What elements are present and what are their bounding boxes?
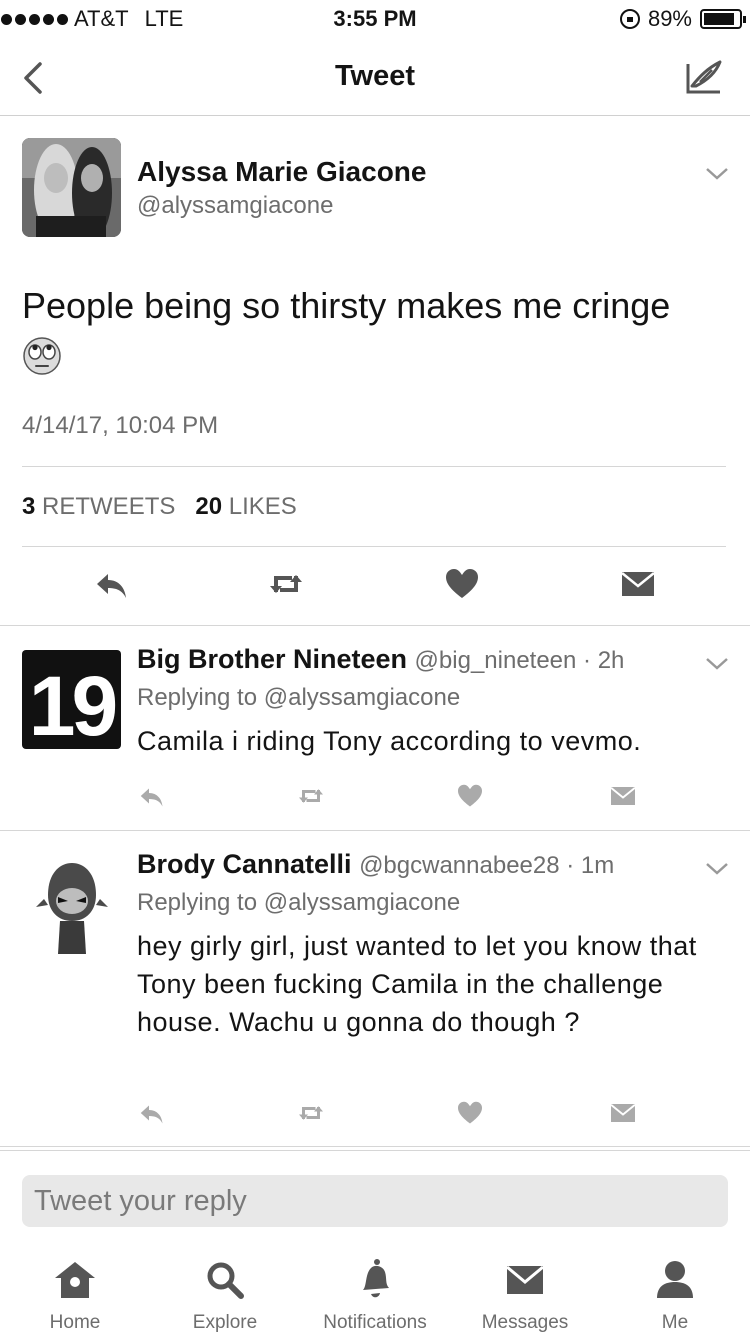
envelope-icon[interactable] <box>618 564 658 604</box>
envelope-icon[interactable] <box>608 781 638 811</box>
chevron-down-icon[interactable] <box>704 654 730 672</box>
tab-label: Home <box>49 1312 101 1333</box>
tab-label: Explore <box>192 1312 258 1333</box>
tab-me[interactable]: Me <box>600 1258 750 1333</box>
tweet-body: People being so thirsty makes me cringe <box>22 285 671 326</box>
tab-explore[interactable]: Explore <box>150 1258 300 1333</box>
retweet-icon[interactable] <box>296 1098 326 1128</box>
search-icon <box>207 1262 244 1299</box>
author-handle: @big_nineteen · 2h <box>414 647 625 674</box>
likes-stat[interactable]: 20 LIKES <box>195 493 296 520</box>
retweet-icon[interactable] <box>266 564 306 604</box>
author-name: Big Brother Nineteen <box>137 644 408 674</box>
battery-info: 89% <box>619 6 746 32</box>
reply-text: hey girly girl, just wanted to let you k… <box>137 931 697 1037</box>
author-name[interactable]: Alyssa Marie Giacone <box>137 156 426 188</box>
reply-icon[interactable] <box>92 564 132 604</box>
divider <box>22 466 726 467</box>
envelope-icon <box>506 1265 544 1294</box>
replying-to[interactable]: Replying to @alyssamgiacone <box>137 684 460 712</box>
rolling-eyes-emoji-icon <box>23 337 61 375</box>
main-tweet: Alyssa Marie Giacone @alyssamgiacone Peo… <box>0 116 750 626</box>
person-icon <box>657 1261 693 1298</box>
retweet-icon[interactable] <box>296 781 326 811</box>
status-bar: AT&T LTE 3:55 PM 89% <box>0 0 750 40</box>
envelope-icon[interactable] <box>608 1098 638 1128</box>
tab-label: Messages <box>481 1312 569 1333</box>
tweet-text: People being so thirsty makes me cringe <box>22 280 722 384</box>
orientation-lock-icon <box>619 9 640 29</box>
battery-percent: 89% <box>647 6 692 31</box>
divider <box>22 546 726 547</box>
home-icon <box>55 1262 95 1298</box>
tab-messages[interactable]: Messages <box>450 1258 600 1333</box>
heart-icon[interactable] <box>455 1098 485 1128</box>
reply-tweet[interactable]: Brody Cannatelli @bgcwannabee28 · 1m Rep… <box>0 831 750 1147</box>
avatar[interactable] <box>22 855 121 954</box>
heart-icon[interactable] <box>442 564 482 604</box>
likes-label: LIKES <box>228 493 297 520</box>
chevron-down-icon[interactable] <box>704 859 730 877</box>
navigation-bar: Tweet <box>0 40 750 116</box>
author-handle: @bgcwannabee28 · 1m <box>359 852 615 879</box>
tab-label: Me <box>661 1312 689 1333</box>
compose-tweet-icon[interactable] <box>682 56 726 100</box>
tweet-timestamp: 4/14/17, 10:04 PM <box>22 412 219 439</box>
tab-label: Notifications <box>323 1312 427 1333</box>
reply-input[interactable]: Tweet your reply <box>22 1175 728 1227</box>
author-name: Brody Cannatelli <box>137 849 352 879</box>
page-title: Tweet <box>334 60 416 92</box>
tab-bar: Home Explore Notifications Messages Me <box>0 1244 750 1333</box>
likes-count: 20 <box>195 493 223 520</box>
reply-icon[interactable] <box>137 1098 167 1128</box>
avatar[interactable] <box>22 138 121 237</box>
tweet-actions <box>0 564 750 608</box>
avatar[interactable]: 19 <box>22 650 121 749</box>
author-handle[interactable]: @alyssamgiacone <box>137 192 333 220</box>
bell-icon <box>363 1259 389 1298</box>
reply-text: Camila i riding Tony according to vevmo. <box>137 726 642 756</box>
reply-author[interactable]: Big Brother Nineteen @big_nineteen · 2h <box>137 644 624 675</box>
retweets-count: 3 <box>22 493 36 520</box>
retweets-label: RETWEETS <box>42 493 176 520</box>
tab-home[interactable]: Home <box>0 1258 150 1333</box>
reply-composer: Tweet your reply <box>0 1150 750 1244</box>
avatar-text: 19 <box>28 659 118 749</box>
retweets-stat[interactable]: 3 RETWEETS <box>22 493 175 520</box>
reply-tweet[interactable]: 19 Big Brother Nineteen @big_nineteen · … <box>0 626 750 831</box>
heart-icon[interactable] <box>455 781 485 811</box>
tab-notifications[interactable]: Notifications <box>300 1258 450 1333</box>
engagement-stats: 3 RETWEETS 20 LIKES <box>22 493 297 521</box>
chevron-down-icon[interactable] <box>704 164 730 182</box>
replying-to[interactable]: Replying to @alyssamgiacone <box>137 889 460 917</box>
reply-icon[interactable] <box>137 781 167 811</box>
battery-icon <box>700 9 746 29</box>
reply-author[interactable]: Brody Cannatelli @bgcwannabee28 · 1m <box>137 849 614 880</box>
